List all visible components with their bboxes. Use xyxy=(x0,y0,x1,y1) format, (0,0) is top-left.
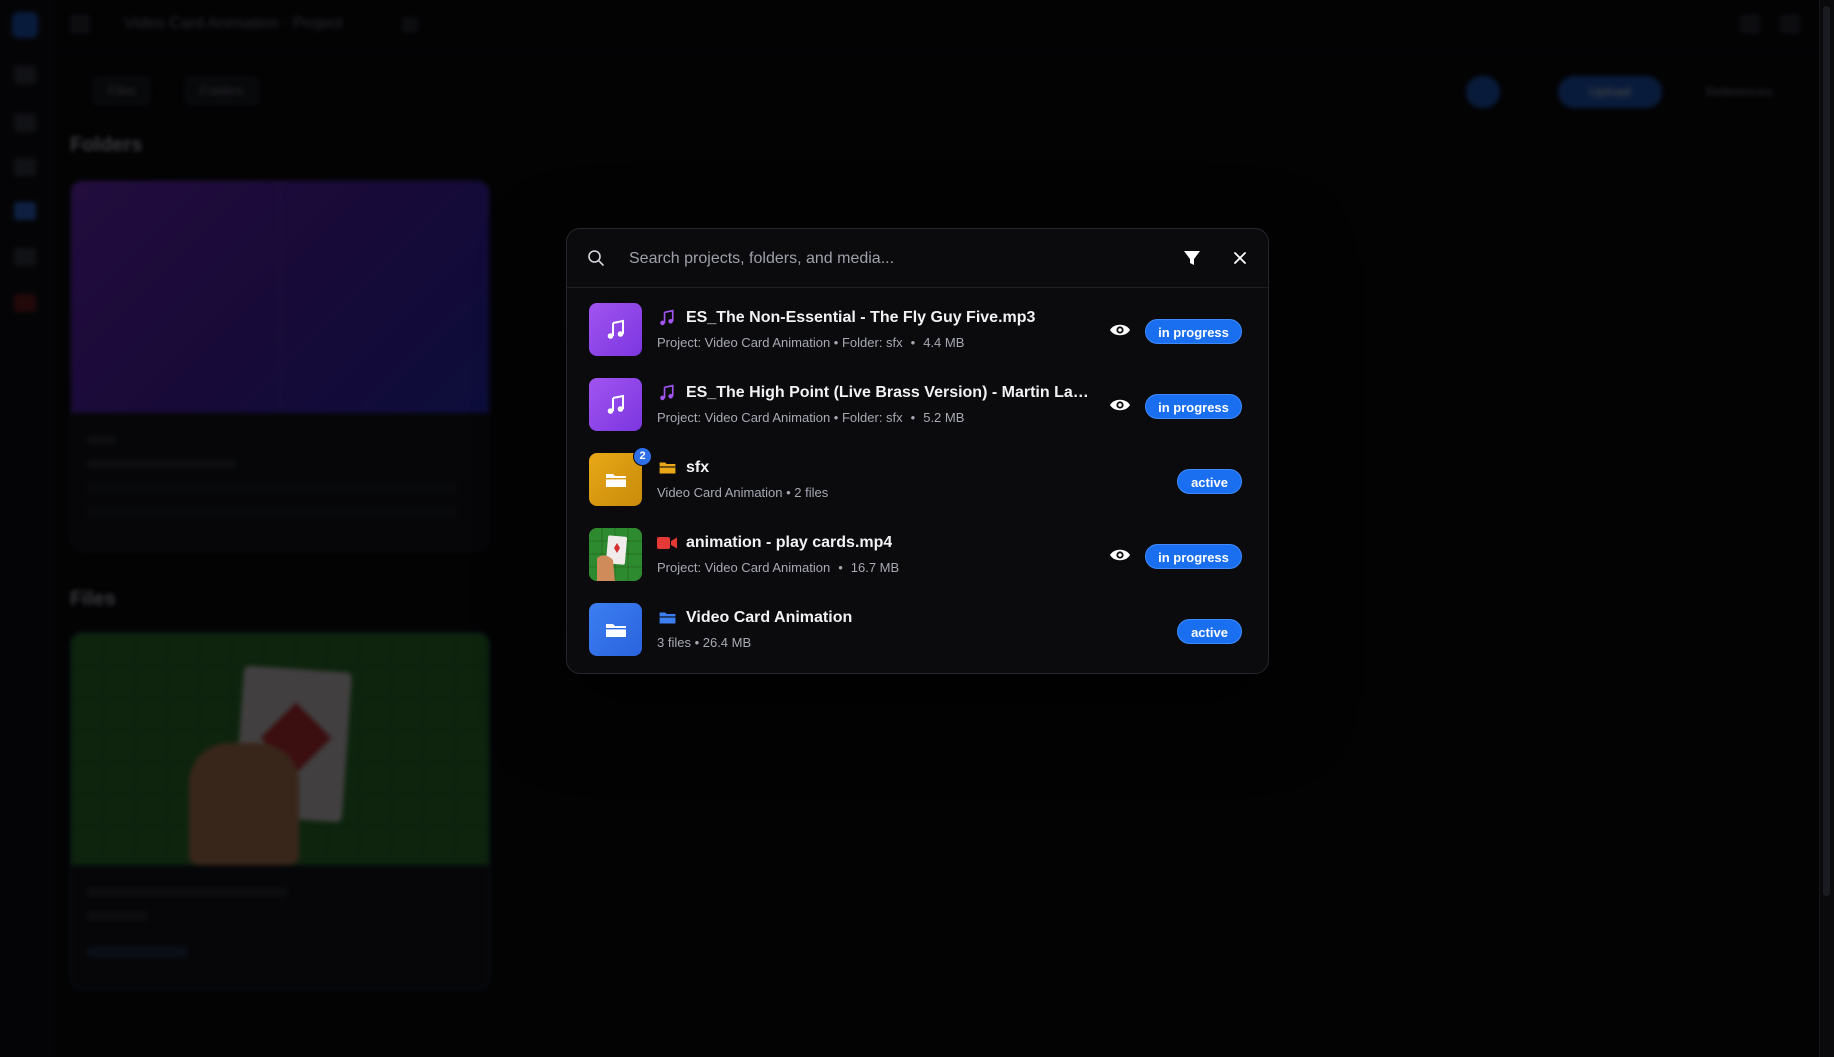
result-title: sfx xyxy=(686,459,710,476)
status-badge: active xyxy=(1177,619,1242,644)
video-camera-icon xyxy=(657,533,677,553)
result-title: ES_The High Point (Live Brass Version) -… xyxy=(686,384,1097,401)
result-title: animation - play cards.mp4 xyxy=(686,534,893,551)
folder-icon xyxy=(657,458,677,478)
result-location: 3 files • 26.4 MB xyxy=(657,635,752,650)
result-location: Project: Video Card Animation xyxy=(657,560,831,575)
result-meta: Project: Video Card Animation • Folder: … xyxy=(657,335,965,350)
music-note-icon xyxy=(607,394,624,414)
result-meta: Project: Video Card Animation • 16.7 MB xyxy=(657,560,900,575)
search-dialog: ES_The Non-Essential - The Fly Guy Five.… xyxy=(566,228,1269,674)
result-item[interactable]: Video Card Animation 3 files • 26.4 MB a… xyxy=(567,587,1268,662)
result-size: 4.4 MB xyxy=(923,335,965,350)
file-count-badge: 2 xyxy=(633,447,652,466)
audio-thumbnail xyxy=(589,303,642,356)
result-location: Video Card Animation • 2 files xyxy=(657,485,829,500)
result-item[interactable]: ES_The Non-Essential - The Fly Guy Five.… xyxy=(567,287,1268,362)
video-thumbnail xyxy=(589,528,642,581)
project-folder-icon xyxy=(657,608,677,628)
status-badge: in progress xyxy=(1145,319,1242,344)
result-location: Project: Video Card Animation • Folder: … xyxy=(657,410,903,425)
search-input[interactable] xyxy=(627,241,1131,277)
result-meta: Video Card Animation • 2 files xyxy=(657,485,828,500)
result-size: 16.7 MB xyxy=(850,560,900,575)
result-item[interactable]: ES_The High Point (Live Brass Version) -… xyxy=(567,362,1268,437)
result-location: Project: Video Card Animation • Folder: … xyxy=(657,335,903,350)
audio-thumbnail xyxy=(589,378,642,431)
music-note-icon xyxy=(657,308,677,328)
result-size: 5.2 MB xyxy=(923,410,965,425)
preview-eye-icon[interactable] xyxy=(1109,547,1131,563)
music-note-icon xyxy=(657,383,677,403)
filter-icon[interactable] xyxy=(1181,247,1203,269)
result-title: Video Card Animation xyxy=(686,609,853,626)
status-badge: active xyxy=(1177,469,1242,494)
status-badge: in progress xyxy=(1145,544,1242,569)
project-thumbnail xyxy=(589,603,642,656)
close-icon[interactable] xyxy=(1229,247,1251,269)
result-meta: Project: Video Card Animation • Folder: … xyxy=(657,410,965,425)
search-bar xyxy=(567,229,1268,288)
playing-card-thumbnail xyxy=(589,528,642,581)
search-results: ES_The Non-Essential - The Fly Guy Five.… xyxy=(567,287,1268,662)
project-folder-icon xyxy=(605,623,626,637)
result-meta: 3 files • 26.4 MB xyxy=(657,635,751,650)
status-badge: in progress xyxy=(1145,394,1242,419)
page-scrollbar[interactable] xyxy=(1819,0,1834,1057)
result-item[interactable]: animation - play cards.mp4 Project: Vide… xyxy=(567,512,1268,587)
search-icon xyxy=(588,250,604,266)
folder-icon xyxy=(605,473,626,487)
result-item[interactable]: 2 sfx Video Card Animation • 2 files act… xyxy=(567,437,1268,512)
preview-eye-icon[interactable] xyxy=(1109,397,1131,413)
result-title: ES_The Non-Essential - The Fly Guy Five.… xyxy=(686,309,1036,326)
preview-eye-icon[interactable] xyxy=(1109,322,1131,338)
music-note-icon xyxy=(607,319,624,339)
